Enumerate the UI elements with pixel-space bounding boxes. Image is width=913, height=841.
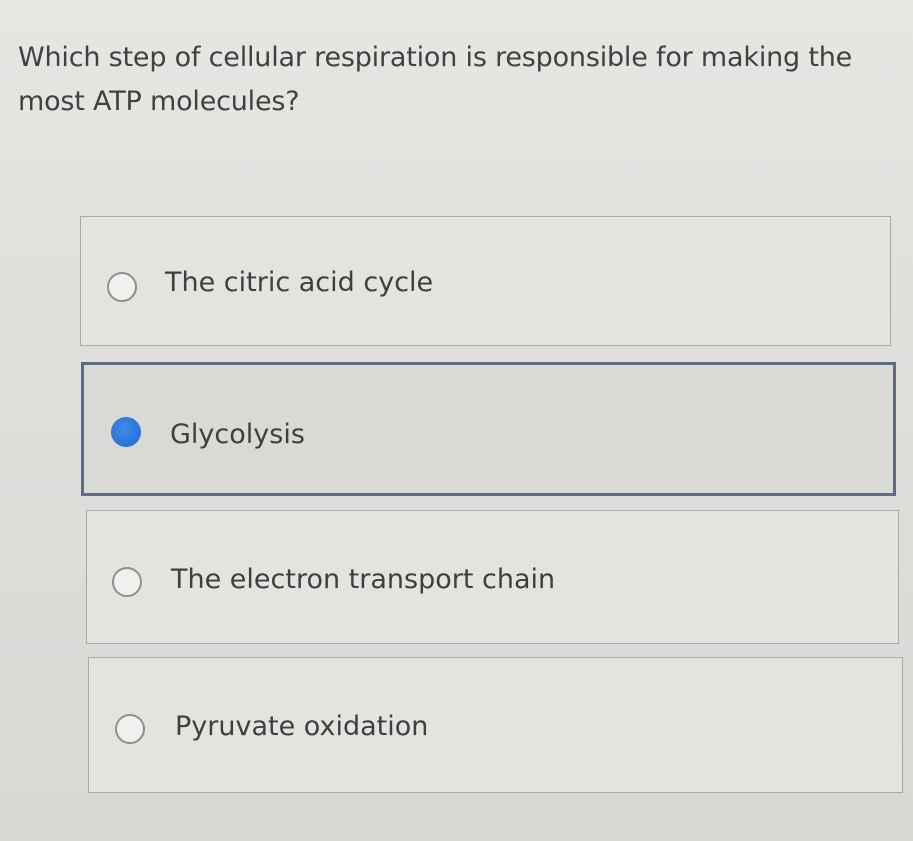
radio-checked-icon[interactable] [111, 417, 141, 447]
answer-option-pyruvate-oxidation[interactable]: Pyruvate oxidation [88, 657, 903, 793]
answer-option-label: Glycolysis [170, 419, 305, 450]
answer-option-label: Pyruvate oxidation [175, 711, 429, 742]
answer-option-label: The citric acid cycle [165, 267, 434, 298]
answer-option-glycolysis[interactable]: Glycolysis [81, 362, 896, 496]
question-text: Which step of cellular respiration is re… [18, 42, 853, 117]
radio-unchecked-icon[interactable] [112, 567, 142, 597]
answer-option-citric-acid-cycle[interactable]: The citric acid cycle [80, 216, 891, 346]
answer-option-label: The electron transport chain [171, 564, 556, 595]
quiz-page: Which step of cellular respiration is re… [0, 0, 913, 841]
radio-unchecked-icon[interactable] [115, 714, 145, 744]
radio-unchecked-icon[interactable] [107, 272, 137, 302]
answer-option-electron-transport-chain[interactable]: The electron transport chain [86, 510, 899, 644]
